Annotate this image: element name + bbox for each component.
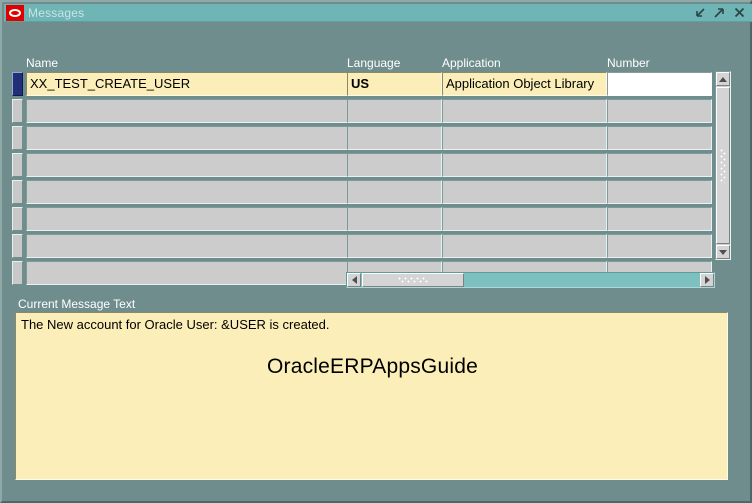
grid-vertical-scrollbar[interactable] <box>715 71 731 260</box>
cell-name[interactable] <box>26 99 358 123</box>
cell-application[interactable] <box>442 99 607 123</box>
cell-language[interactable] <box>347 234 442 258</box>
scroll-left-arrow-icon[interactable] <box>347 273 361 287</box>
cell-name[interactable] <box>26 180 358 204</box>
column-header-application: Application <box>442 56 501 70</box>
watermark-text: OracleERPAppsGuide <box>267 355 478 378</box>
window-titlebar: Messages <box>4 4 752 22</box>
cell-number[interactable] <box>607 126 712 150</box>
scrollbar-grip <box>398 277 428 283</box>
close-x-icon[interactable] <box>733 6 746 19</box>
scrollbar-grip <box>720 148 726 183</box>
cell-name[interactable] <box>26 234 358 258</box>
cell-number[interactable] <box>607 153 712 177</box>
table-row[interactable] <box>12 98 744 125</box>
scroll-right-arrow-icon[interactable] <box>700 273 714 287</box>
column-header-number: Number <box>607 56 650 70</box>
cell-language[interactable] <box>347 180 442 204</box>
cell-language[interactable] <box>347 153 442 177</box>
table-row[interactable] <box>12 179 744 206</box>
cell-language[interactable] <box>347 99 442 123</box>
table-row[interactable] <box>12 233 744 260</box>
record-indicator[interactable] <box>12 234 23 258</box>
current-message-text-field[interactable]: The New account for Oracle User: &USER i… <box>15 312 728 480</box>
current-message-text-label: Current Message Text <box>18 297 136 311</box>
column-header-name: Name <box>26 56 59 70</box>
record-indicator[interactable] <box>12 180 23 204</box>
grid-horizontal-scrollbar[interactable] <box>346 272 715 288</box>
cell-application[interactable] <box>442 126 607 150</box>
grid-column-headers: Name Language Application Number <box>12 56 744 71</box>
window-title: Messages <box>28 5 85 20</box>
cell-application[interactable]: Application Object Library <box>442 72 607 96</box>
record-indicator[interactable] <box>12 261 23 285</box>
cell-name[interactable] <box>26 261 358 285</box>
cell-name[interactable] <box>26 126 358 150</box>
cell-number[interactable] <box>607 99 712 123</box>
record-indicator[interactable] <box>12 72 23 96</box>
cell-application[interactable] <box>442 234 607 258</box>
messages-window: Messages Name Language Application Number <box>0 0 752 503</box>
window-controls <box>693 6 752 19</box>
grid-rows: XX_TEST_CREATE_USER US Application Object … <box>12 71 744 287</box>
grid-header-area: Name Language Application Number <box>12 56 744 71</box>
cell-language[interactable]: US <box>347 72 442 96</box>
record-indicator[interactable] <box>12 99 23 123</box>
cell-name[interactable] <box>26 153 358 177</box>
cell-application[interactable] <box>442 180 607 204</box>
table-row[interactable]: XX_TEST_CREATE_USER US Application Object … <box>12 71 744 98</box>
cell-name[interactable] <box>26 207 358 231</box>
oracle-logo-icon <box>6 4 24 21</box>
cell-language[interactable] <box>347 207 442 231</box>
table-row[interactable] <box>12 125 744 152</box>
cell-number[interactable] <box>607 234 712 258</box>
cell-language[interactable] <box>347 126 442 150</box>
maximize-arrow-icon[interactable] <box>713 6 726 19</box>
minimize-arrow-icon[interactable] <box>693 6 706 19</box>
vertical-scrollbar-thumb[interactable] <box>716 87 730 244</box>
record-indicator[interactable] <box>12 153 23 177</box>
scroll-down-arrow-icon[interactable] <box>716 245 730 259</box>
cell-number[interactable] <box>607 207 712 231</box>
table-row[interactable] <box>12 152 744 179</box>
cell-number[interactable] <box>607 180 712 204</box>
record-indicator[interactable] <box>12 207 23 231</box>
record-indicator[interactable] <box>12 126 23 150</box>
cell-application[interactable] <box>442 153 607 177</box>
message-text-value: The New account for Oracle User: &USER i… <box>21 317 330 332</box>
column-header-language: Language <box>347 56 401 70</box>
table-row[interactable] <box>12 206 744 233</box>
cell-application[interactable] <box>442 207 607 231</box>
cell-number[interactable] <box>607 72 712 96</box>
scroll-up-arrow-icon[interactable] <box>716 72 730 86</box>
horizontal-scrollbar-thumb[interactable] <box>362 273 464 287</box>
cell-name[interactable]: XX_TEST_CREATE_USER <box>26 72 358 96</box>
